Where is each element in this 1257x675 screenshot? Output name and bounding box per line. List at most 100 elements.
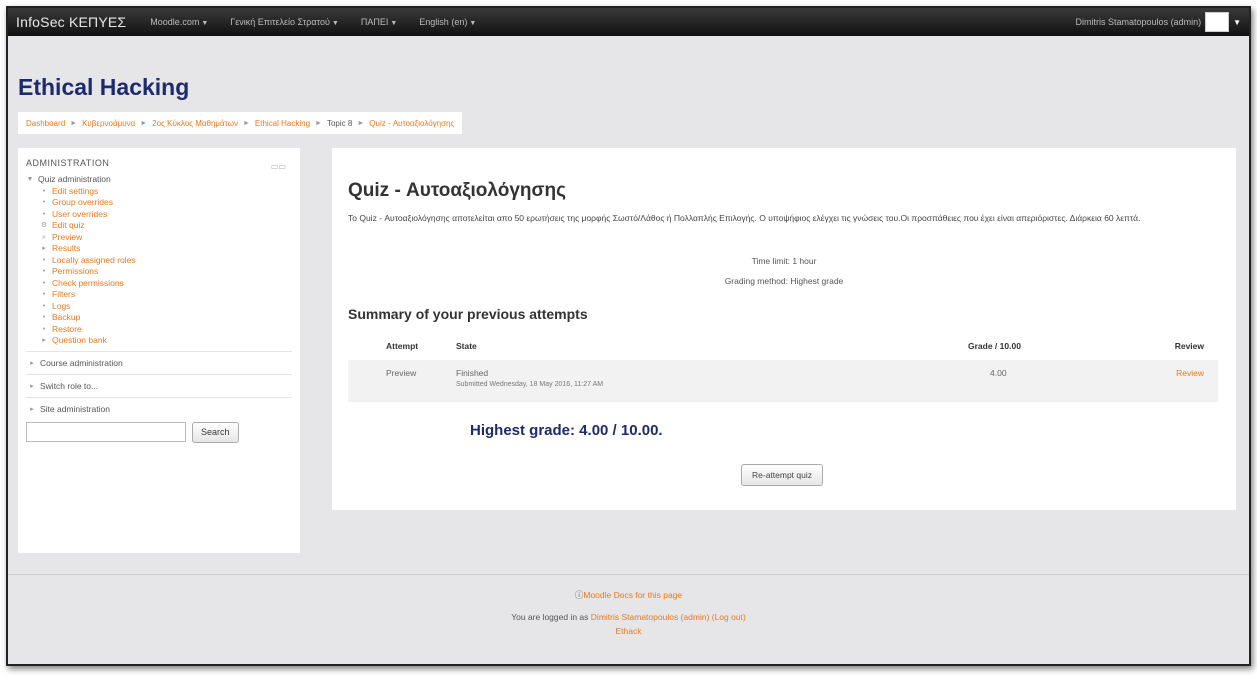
dock-icon[interactable]: ▭▭	[271, 162, 286, 171]
sidebar-item-locally-assigned-roles[interactable]: • Locally assigned roles	[26, 255, 292, 267]
nav-menu-army[interactable]: Γενική Επιτελείο Στρατού ▼	[230, 17, 339, 27]
caret-down-icon[interactable]: ▼	[1233, 18, 1241, 27]
node-label: Course administration	[40, 357, 123, 368]
browser-frame: InfoSec ΚΕΠΥΕΣ Moodle.com ▼ Γενική Επιτελ…	[6, 6, 1251, 666]
sidebar-item-question-bank[interactable]: ▸ Question bank	[26, 335, 292, 347]
sidebar-item-permissions[interactable]: • Permissions	[26, 266, 292, 278]
top-navbar: InfoSec ΚΕΠΥΕΣ Moodle.com ▼ Γενική Επιτελ…	[8, 8, 1249, 36]
nav-menu-label: English (en)	[419, 17, 468, 27]
quiz-title: Quiz - Αυτοαξιολόγησης	[348, 180, 567, 201]
sidebar-item-filters[interactable]: • Filters	[26, 289, 292, 301]
collapsed-arrow-icon: ▸	[42, 337, 46, 344]
attempt-cell: Preview	[386, 368, 417, 378]
quiz-administration-node[interactable]: ▼ Quiz administration	[26, 174, 292, 186]
sidebar-item-logs[interactable]: • Logs	[26, 301, 292, 313]
admin-search: Search	[26, 421, 292, 443]
page-title[interactable]: Ethical Hacking	[18, 74, 189, 101]
sidebar-item-label: Group overrides	[52, 197, 113, 207]
attempts-table: Attempt State Grade / 10.00 Review Previ…	[348, 332, 1218, 402]
breadcrumb: Dashboard ► Κυβερνοάμυνα ► 2ος Κύκλος Μα…	[18, 112, 463, 134]
site-brand[interactable]: InfoSec ΚΕΠΥΕΣ	[16, 14, 126, 30]
breadcrumb-quiz[interactable]: Quiz - Αυτοαξιολόγησης	[369, 119, 454, 128]
breadcrumb-separator-icon: ►	[140, 119, 148, 127]
docs-row: ⓘMoodle Docs for this page	[8, 588, 1249, 602]
admin-search-input[interactable]	[26, 421, 186, 442]
caret-down-icon: ▼	[469, 20, 477, 27]
sidebar-item-results[interactable]: ▸ Results	[26, 243, 292, 255]
sidebar-item-label: Filters	[52, 289, 76, 299]
bullet-icon: •	[42, 256, 46, 264]
node-label: Switch role to...	[40, 380, 99, 391]
sidebar-item-check-permissions[interactable]: • Check permissions	[26, 278, 292, 290]
breadcrumb-dashboard[interactable]: Dashboard	[26, 119, 65, 128]
moodle-docs-link[interactable]: Moodle Docs for this page	[583, 590, 682, 600]
block-title: ADMINISTRATION	[26, 158, 110, 168]
node-label: Quiz administration	[38, 174, 111, 184]
nav-menu-moodle[interactable]: Moodle.com ▼	[150, 17, 208, 27]
node-label: Site administration	[40, 403, 110, 414]
divider	[26, 396, 292, 398]
breadcrumb-course[interactable]: Ethical Hacking	[255, 119, 310, 128]
sidebar-item-label: Permissions	[52, 266, 99, 276]
sidebar-item-backup[interactable]: • Backup	[26, 312, 292, 324]
nav-menu: Moodle.com ▼ Γενική Επιτελείο Στρατού ▼ ΠΑ…	[150, 17, 476, 27]
table-row: Preview Finished Submitted Wednesday, 18…	[348, 360, 1218, 402]
sidebar-item-label: Edit quiz	[52, 220, 85, 230]
collapsed-arrow-icon: ▸	[30, 405, 34, 413]
logout-link[interactable]: (Log out)	[712, 612, 746, 622]
bullet-icon: •	[42, 302, 46, 310]
collapsed-arrow-icon: ▸	[30, 359, 34, 367]
grading-method: Grading method: Highest grade	[724, 276, 844, 286]
login-info: You are logged in as Dimitris Stamatopou…	[8, 610, 1249, 624]
nav-menu-label: ΠΑΠΕΙ	[360, 17, 389, 27]
sidebar-item-restore[interactable]: • Restore	[26, 324, 292, 336]
breadcrumb-category[interactable]: Κυβερνοάμυνα	[82, 119, 135, 128]
nav-menu-language[interactable]: English (en) ▼	[419, 17, 476, 27]
course-administration-node[interactable]: ▸ Course administration	[26, 356, 292, 370]
collapsed-arrow-icon: ▸	[30, 382, 34, 390]
column-header-attempt: Attempt	[386, 341, 419, 351]
sidebar-item-preview[interactable]: ⌕ Preview	[26, 232, 292, 244]
column-header-review: Review	[1174, 341, 1204, 351]
bullet-icon: •	[42, 279, 46, 287]
breadcrumb-separator-icon: ►	[242, 119, 250, 127]
summary-title: Summary of your previous attempts	[348, 306, 588, 322]
sidebar-item-user-overrides[interactable]: • User overrides	[26, 209, 292, 221]
sidebar-item-group-overrides[interactable]: • Group overrides	[26, 197, 292, 209]
caret-down-icon: ▼	[390, 20, 398, 27]
column-header-state: State	[456, 341, 477, 351]
sidebar-item-label: User overrides	[52, 208, 108, 219]
user-menu[interactable]: Dimitris Stamatopoulos (admin) ▼	[1076, 12, 1241, 32]
grade-cell: 4.00	[990, 368, 1007, 378]
course-home-link[interactable]: Ethack	[8, 624, 1249, 638]
user-profile-link[interactable]: Dimitris Stamatopoulos (admin)	[591, 612, 710, 622]
sidebar-item-label: Results	[52, 243, 81, 253]
breadcrumb-separator-icon: ►	[70, 119, 78, 127]
page-footer: ⓘMoodle Docs for this page You are logge…	[8, 588, 1249, 638]
user-name[interactable]: Dimitris Stamatopoulos (admin)	[1076, 17, 1202, 27]
column-header-grade: Grade / 10.00	[968, 341, 1021, 351]
site-administration-node[interactable]: ▸ Site administration	[26, 402, 292, 416]
table-header-row: Attempt State Grade / 10.00 Review	[348, 332, 1218, 360]
time-limit: Time limit: 1 hour	[751, 256, 817, 266]
sidebar-item-label: Check permissions	[52, 277, 124, 288]
bullet-icon: •	[42, 268, 46, 275]
breadcrumb-subcategory[interactable]: 2ος Κύκλος Μαθημάτων	[152, 119, 238, 128]
caret-down-icon: ▼	[331, 20, 339, 27]
nav-menu-label: Moodle.com	[150, 17, 200, 27]
review-link[interactable]: Review	[1176, 368, 1204, 378]
bullet-icon: •	[42, 210, 46, 218]
switch-role-node[interactable]: ▸ Switch role to...	[26, 379, 292, 393]
sidebar-item-label: Preview	[52, 231, 83, 242]
bullet-icon: •	[42, 314, 46, 321]
reattempt-quiz-button[interactable]: Re-attempt quiz	[741, 464, 823, 486]
sidebar-item-edit-quiz[interactable]: ⚙ Edit quiz	[26, 220, 292, 232]
quiz-description: Το Quiz - Αυτοαξιολόγησης αποτελείται απ…	[348, 213, 1141, 223]
divider	[26, 350, 292, 352]
bullet-icon: •	[42, 199, 46, 206]
sidebar-item-edit-settings[interactable]: • Edit settings	[26, 186, 292, 198]
search-button[interactable]: Search	[192, 421, 239, 443]
state-cell: Finished Submitted Wednesday, 18 May 201…	[456, 360, 968, 402]
nav-menu-papei[interactable]: ΠΑΠΕΙ ▼	[361, 17, 397, 27]
avatar[interactable]	[1205, 12, 1230, 32]
